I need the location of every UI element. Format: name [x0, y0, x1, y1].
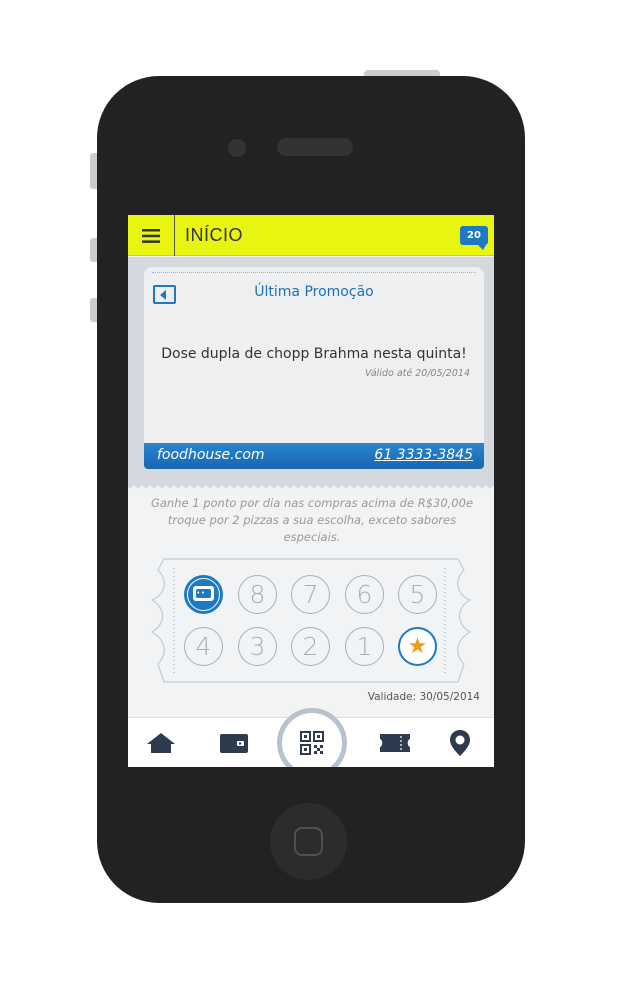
location-pin-icon [450, 730, 470, 756]
star-icon: ★ [407, 634, 428, 659]
menu-button[interactable] [128, 215, 175, 256]
front-camera [228, 139, 246, 157]
stamp-5: 5 [398, 575, 437, 614]
stamp-6: 6 [345, 575, 384, 614]
promo-valid-until: Válido até 20/05/2014 [364, 368, 470, 379]
ticket-icon [380, 734, 410, 752]
app-screen: INÍCIO 20 Última Promoção Dose dupla de … [128, 215, 494, 767]
page-title: INÍCIO [185, 225, 244, 245]
tab-location[interactable] [435, 718, 485, 767]
stamp-2: 2 [291, 627, 330, 666]
tab-wallet[interactable] [209, 718, 259, 767]
phone-link[interactable]: 61 3333-3845 [374, 447, 473, 463]
promo-footer: foodhouse.com 61 3333-3845 [144, 443, 484, 469]
promo-section: Última Promoção Dose dupla de chopp Brah… [128, 257, 494, 485]
loyalty-card: 8 7 6 5 4 3 2 1 ★ [142, 558, 482, 690]
zigzag-divider [128, 483, 494, 489]
top-bar: INÍCIO 20 [128, 215, 494, 256]
qr-code-icon [300, 731, 324, 755]
earpiece-speaker [277, 138, 353, 156]
home-button[interactable] [270, 803, 347, 880]
promo-card: Última Promoção Dose dupla de chopp Brah… [144, 267, 484, 469]
stamp-filled-card [184, 575, 223, 614]
tab-tickets[interactable] [370, 718, 420, 767]
stamp-3: 3 [238, 627, 277, 666]
stamp-4: 4 [184, 627, 223, 666]
bottom-tab-bar [128, 708, 494, 767]
tab-home[interactable] [136, 718, 186, 767]
promo-title: Última Promoção [254, 284, 374, 300]
notification-badge[interactable]: 20 [460, 226, 488, 250]
reward-star-stamp: ★ [398, 627, 437, 666]
card-validity: Validade: 30/05/2014 [367, 691, 480, 703]
stamp-8: 8 [238, 575, 277, 614]
loyalty-description: Ganhe 1 ponto por dia nas compras acima … [150, 496, 474, 544]
hamburger-icon [142, 228, 160, 243]
stamp-7: 7 [291, 575, 330, 614]
stamp-1: 1 [345, 627, 384, 666]
wallet-icon [220, 734, 248, 753]
promo-text: Dose dupla de chopp Brahma nesta quinta! [161, 346, 467, 362]
website-link[interactable]: foodhouse.com [157, 447, 265, 463]
home-icon [147, 733, 175, 753]
tab-qr-scan[interactable] [277, 708, 347, 767]
